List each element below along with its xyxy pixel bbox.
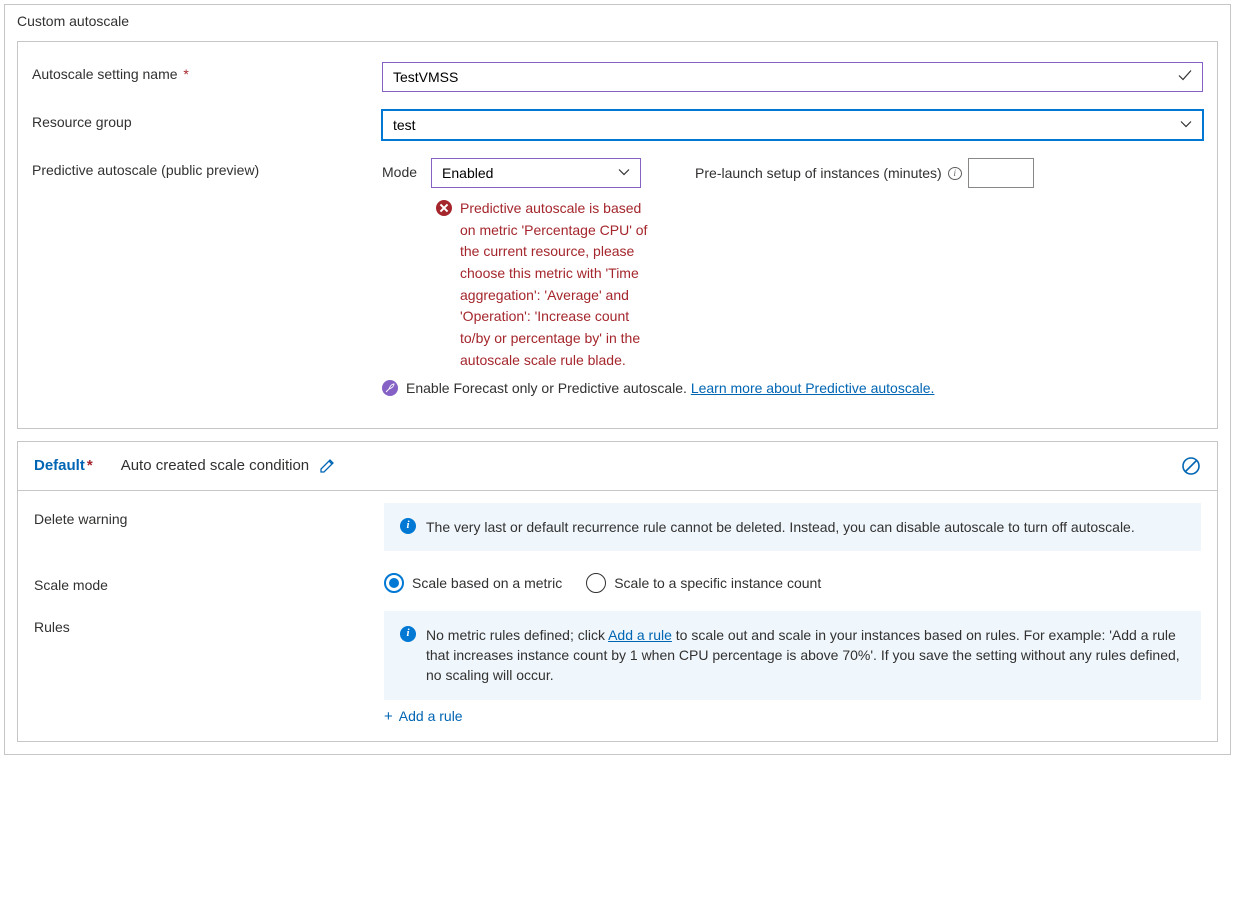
row-scale-mode: Scale mode Scale based on a metric Scale… (34, 569, 1201, 593)
mode-select[interactable] (431, 158, 641, 188)
delete-warning-box: i The very last or default recurrence ru… (384, 503, 1201, 551)
resource-group-select[interactable] (382, 110, 1203, 140)
row-rules: Rules i No metric rules defined; click A… (34, 611, 1201, 725)
label-scale-mode: Scale mode (34, 569, 384, 593)
prelaunch-group: Pre-launch setup of instances (minutes) … (695, 158, 1034, 188)
info-icon: i (400, 626, 416, 642)
label-resource-group: Resource group (32, 110, 382, 130)
panel-title: Custom autoscale (5, 5, 1230, 29)
error-icon (436, 200, 452, 216)
edit-condition-button[interactable] (319, 458, 335, 474)
radio-label: Scale to a specific instance count (614, 575, 821, 591)
predictive-error-text: Predictive autoscale is based on metric … (460, 198, 656, 372)
rules-info-box: i No metric rules defined; click Add a r… (384, 611, 1201, 700)
info-icon[interactable]: i (948, 167, 962, 180)
autoscale-settings-box: Autoscale setting name * Resource group (17, 41, 1218, 429)
delete-warning-text: The very last or default recurrence rule… (426, 517, 1135, 537)
condition-name: Auto created scale condition (121, 457, 309, 474)
forecast-text-plain: Enable Forecast only or Predictive autos… (406, 380, 691, 396)
scale-mode-radio-group: Scale based on a metric Scale to a speci… (384, 569, 1201, 593)
condition-default-text: Default (34, 457, 85, 474)
rules-info-text: No metric rules defined; click Add a rul… (426, 625, 1185, 686)
disable-condition-button[interactable] (1181, 456, 1201, 476)
rules-info-prefix: No metric rules defined; click (426, 627, 608, 643)
predictive-mode-line: Mode Pre-launch setup of instances (minu… (382, 158, 1203, 188)
scale-condition-header: Default* Auto created scale condition (18, 442, 1217, 491)
autoscale-name-input[interactable] (382, 62, 1203, 92)
label-text: Autoscale setting name (32, 66, 178, 82)
autoscale-name-input-wrap (382, 62, 1203, 92)
label-rules: Rules (34, 611, 384, 635)
rocket-icon (382, 380, 398, 396)
radio-icon (586, 573, 606, 593)
required-asterisk: * (87, 457, 93, 474)
add-rule-button[interactable]: + Add a rule (384, 708, 463, 725)
mode-label: Mode (382, 158, 417, 180)
prelaunch-label: Pre-launch setup of instances (minutes) (695, 165, 942, 181)
label-delete-warning: Delete warning (34, 503, 384, 527)
resource-group-select-wrap[interactable] (382, 110, 1203, 140)
forecast-text: Enable Forecast only or Predictive autos… (406, 380, 934, 396)
info-icon: i (400, 518, 416, 534)
row-delete-warning: Delete warning i The very last or defaul… (34, 503, 1201, 551)
radio-scale-count[interactable]: Scale to a specific instance count (586, 573, 821, 593)
label-predictive-autoscale: Predictive autoscale (public preview) (32, 158, 382, 178)
radio-scale-metric[interactable]: Scale based on a metric (384, 573, 562, 593)
add-a-rule-inline-link[interactable]: Add a rule (608, 627, 672, 643)
predictive-error: Predictive autoscale is based on metric … (436, 198, 656, 372)
prelaunch-input[interactable] (968, 158, 1034, 188)
row-predictive-autoscale: Predictive autoscale (public preview) Mo… (32, 158, 1203, 396)
learn-more-link[interactable]: Learn more about Predictive autoscale. (691, 380, 935, 396)
required-asterisk: * (180, 66, 189, 82)
row-resource-group: Resource group (32, 110, 1203, 140)
condition-default-label: Default* (34, 457, 93, 474)
row-autoscale-setting-name: Autoscale setting name * (32, 62, 1203, 92)
mode-select-input[interactable] (431, 158, 641, 188)
plus-icon: + (384, 708, 393, 725)
scale-condition-panel: Default* Auto created scale condition De… (17, 441, 1218, 742)
add-rule-label: Add a rule (399, 708, 463, 724)
radio-label: Scale based on a metric (412, 575, 562, 591)
label-autoscale-setting-name: Autoscale setting name * (32, 62, 382, 82)
custom-autoscale-panel: Custom autoscale Autoscale setting name … (4, 4, 1231, 755)
scale-condition-body: Delete warning i The very last or defaul… (18, 491, 1217, 741)
radio-icon (384, 573, 404, 593)
forecast-hint: Enable Forecast only or Predictive autos… (382, 380, 1203, 396)
